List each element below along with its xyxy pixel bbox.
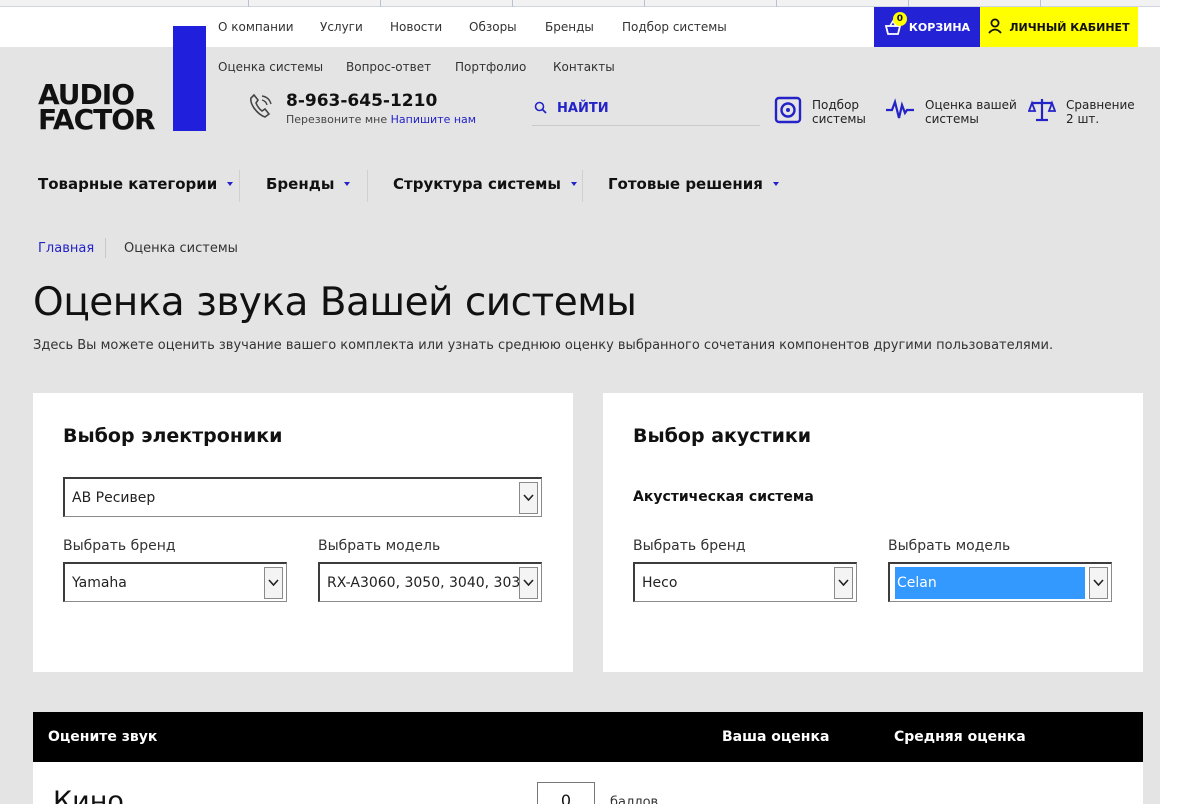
callback-text: Перезвоните мне (286, 113, 388, 126)
tool-compare[interactable]: Сравнение 2 шт. (1027, 96, 1135, 128)
strip-divider (776, 0, 777, 7)
nav-portfolio[interactable]: Портфолио (455, 60, 526, 74)
score-input[interactable]: 0 (537, 782, 595, 804)
tool-label: Подбор системы (812, 98, 866, 126)
nav-contacts[interactable]: Контакты (553, 60, 615, 74)
search-label: НАЙТИ (557, 101, 609, 116)
rating-category: Кино (53, 786, 124, 804)
electronics-brand-value: Yamaha (72, 574, 127, 591)
tool-label: Оценка вашей системы (925, 98, 1017, 126)
chevron-down-icon (772, 182, 779, 186)
strip-divider (644, 0, 645, 7)
menu-divider (582, 170, 583, 202)
nav-services[interactable]: Услуги (320, 20, 363, 34)
account-button[interactable]: ЛИЧНЫЙ КАБИНЕТ (980, 7, 1138, 47)
acoustics-subheading: Акустическая система (633, 489, 814, 505)
nav-about[interactable]: О компании (218, 20, 294, 34)
menu-ready-solutions[interactable]: Готовые решения (608, 175, 779, 193)
electronics-brand-label: Выбрать бренд (63, 538, 176, 554)
chevron-down-icon (519, 481, 538, 514)
waveform-icon (885, 96, 915, 128)
col-average-score: Средняя оценка (894, 729, 1026, 745)
acoustics-brand-select[interactable]: Heco (633, 562, 857, 602)
chevron-down-icon (519, 566, 538, 599)
breadcrumb-current: Оценка системы (124, 241, 238, 256)
acoustics-brand-value: Heco (642, 574, 678, 591)
nav-brands[interactable]: Бренды (545, 20, 594, 34)
chevron-down-icon (344, 182, 351, 186)
menu-divider (239, 170, 240, 202)
electronics-title: Выбор электроники (63, 425, 283, 447)
menu-product-categories[interactable]: Товарные категории (38, 175, 234, 193)
account-label: ЛИЧНЫЙ КАБИНЕТ (1009, 20, 1130, 34)
nav-system-rating[interactable]: Оценка системы (218, 60, 323, 74)
col-your-score: Ваша оценка (722, 729, 830, 745)
electronics-model-label: Выбрать модель (318, 538, 441, 554)
acoustics-model-label: Выбрать модель (888, 538, 1011, 554)
strip-divider (512, 0, 513, 7)
write-us-link[interactable]: Напишите нам (391, 113, 476, 126)
acoustics-model-select[interactable]: Celan (888, 562, 1112, 602)
nav-news[interactable]: Новости (390, 20, 442, 34)
site-logo[interactable]: AUDIO FACTOR (38, 81, 156, 136)
phone-icon (245, 90, 277, 122)
logo-line-2: FACTOR (38, 103, 156, 136)
search-box[interactable]: НАЙТИ (532, 92, 760, 126)
chevron-down-icon (227, 182, 234, 186)
strip-divider (908, 0, 909, 7)
page-subtitle: Здесь Вы можете оценить звучание вашего … (33, 338, 1054, 353)
device-type-value: AB Ресивер (72, 489, 156, 506)
user-icon (988, 18, 1003, 37)
acoustics-card: Выбор акустики Акустическая система Выбр… (603, 393, 1143, 672)
menu-divider (367, 170, 368, 202)
phone-number[interactable]: 8-963-645-1210 (286, 91, 437, 111)
page-title: Оценка звука Вашей системы (33, 280, 637, 325)
speaker-icon (774, 96, 802, 128)
search-icon (534, 99, 547, 118)
acoustics-brand-label: Выбрать бренд (633, 538, 746, 554)
rating-table-header: Оцените звук Ваша оценка Средняя оценка (33, 712, 1143, 762)
strip-divider (1040, 0, 1041, 7)
tool-system-selection[interactable]: Подбор системы (774, 96, 866, 128)
device-type-select[interactable]: AB Ресивер (63, 477, 542, 517)
brand-accent-block (173, 26, 206, 131)
electronics-model-value: RX-A3060, 3050, 3040, 3030, 3020 (327, 574, 519, 591)
strip-divider (380, 0, 381, 7)
scales-icon (1027, 96, 1057, 128)
cart-label: КОРЗИНА (908, 20, 971, 34)
nav-reviews[interactable]: Обзоры (469, 20, 517, 34)
nav-system-selection[interactable]: Подбор системы (622, 20, 727, 34)
tool-label: Сравнение 2 шт. (1066, 98, 1135, 126)
score-unit: баллов (610, 795, 659, 804)
strip-divider (248, 0, 249, 7)
menu-brands[interactable]: Бренды (266, 175, 351, 193)
col-rate-sound: Оцените звук (48, 729, 158, 745)
cart-count-badge: 0 (892, 12, 907, 26)
callback-row: Перезвоните мне Напишите нам (286, 113, 476, 126)
chevron-down-icon (264, 566, 283, 599)
nav-faq[interactable]: Вопрос-ответ (346, 60, 431, 74)
chevron-down-icon (570, 182, 577, 186)
acoustics-title: Выбор акустики (633, 425, 812, 447)
tool-rate-system[interactable]: Оценка вашей системы (885, 96, 1017, 128)
chevron-down-icon (834, 566, 853, 599)
breadcrumb-divider (105, 238, 106, 258)
cart-icon: 0 (884, 12, 907, 36)
breadcrumb-home[interactable]: Главная (38, 241, 94, 256)
electronics-brand-select[interactable]: Yamaha (63, 562, 287, 602)
cart-button[interactable]: 0 КОРЗИНА (874, 7, 980, 47)
window-top-strip (0, 0, 1177, 7)
electronics-model-select[interactable]: RX-A3060, 3050, 3040, 3030, 3020 (318, 562, 542, 602)
acoustics-model-value: Celan (895, 566, 1085, 599)
electronics-card: Выбор электроники AB Ресивер Выбрать бре… (33, 393, 573, 672)
rating-row: Кино 0 баллов (33, 762, 1143, 804)
menu-system-structure[interactable]: Структура системы (393, 175, 577, 193)
chevron-down-icon (1089, 566, 1108, 599)
page-edge (1160, 0, 1177, 804)
